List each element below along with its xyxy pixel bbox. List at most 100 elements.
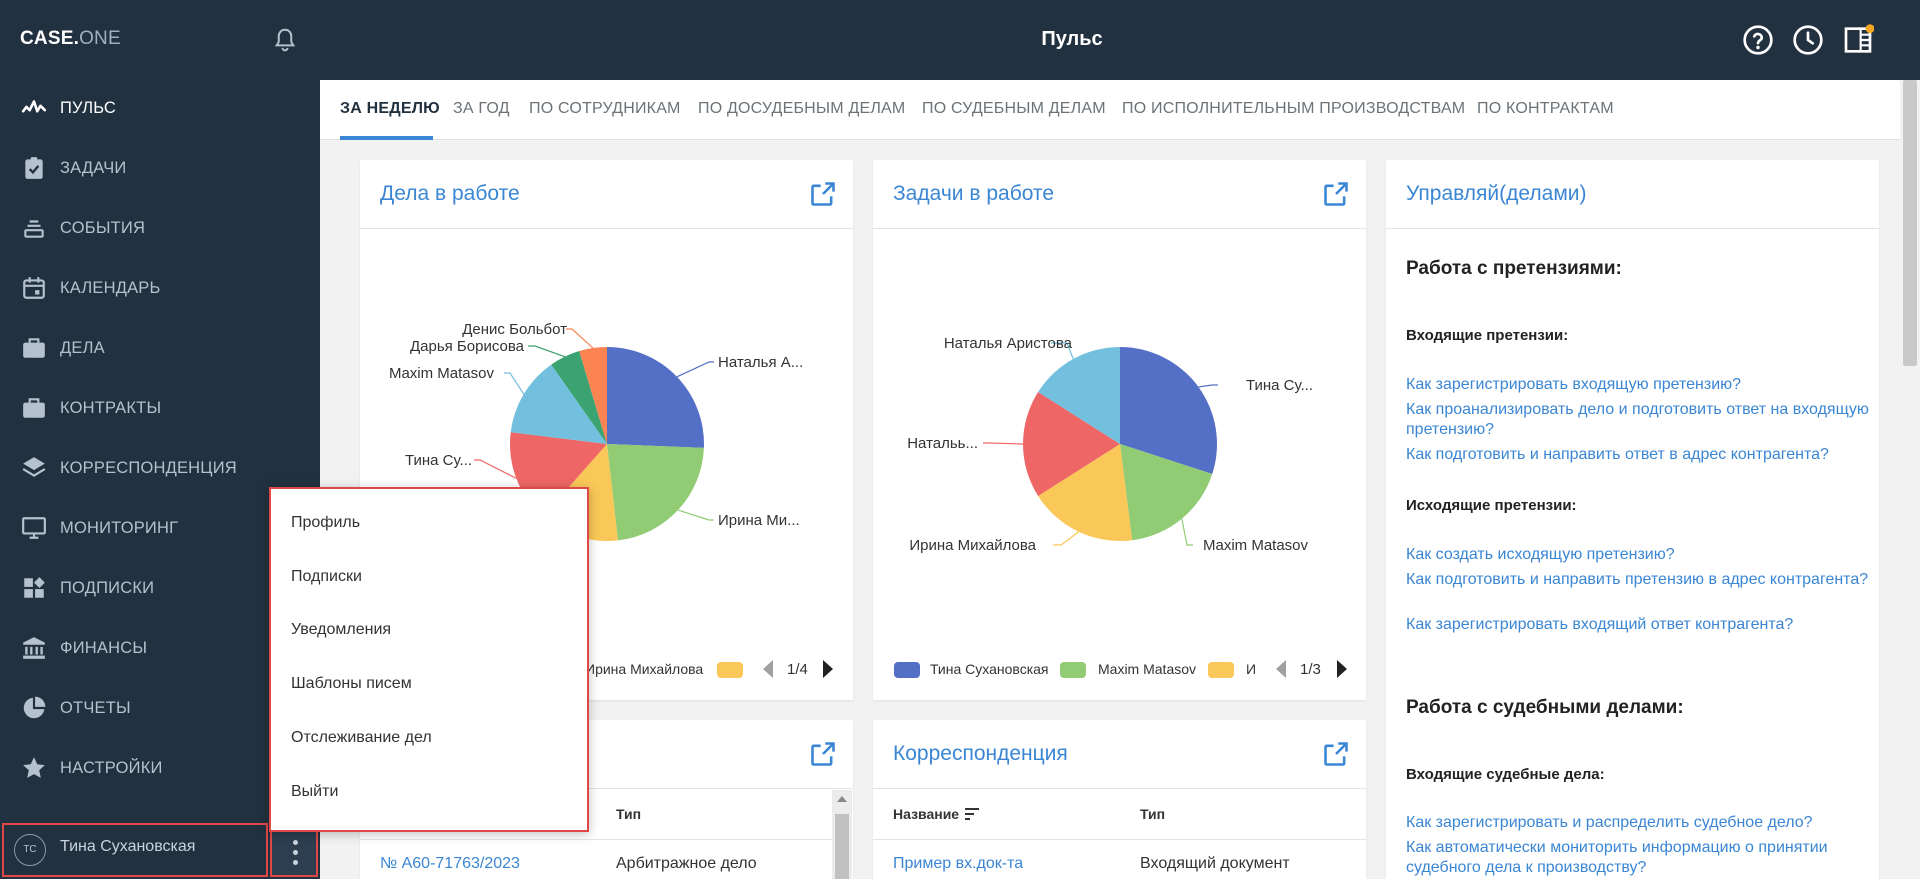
sidebar-item-events[interactable]: СОБЫТИЯ (0, 198, 320, 258)
menu-item-letter-templates[interactable]: Шаблоны писем (291, 675, 412, 693)
pie-slice[interactable] (607, 347, 704, 448)
column-header-type[interactable]: Тип (616, 806, 641, 822)
legend-prev-icon[interactable] (763, 660, 773, 678)
pie-label: Наталья А... (718, 354, 803, 371)
menu-item-logout[interactable]: Выйти (291, 783, 338, 801)
legend-swatch (1208, 662, 1234, 678)
help-link[interactable]: Как подготовить и направить претензию в … (1406, 570, 1876, 590)
sidebar-item-label: КОНТРАКТЫ (60, 398, 162, 417)
pie-label: Дарья Борисова (410, 338, 525, 355)
table-scrollbar-thumb[interactable] (835, 814, 849, 879)
clock-icon[interactable] (1792, 24, 1824, 56)
sort-icon[interactable] (964, 807, 980, 821)
pie-leader-line (1181, 518, 1193, 546)
pie-leader-line (474, 459, 517, 479)
sidebar-item-label: ПОДПИСКИ (60, 578, 155, 597)
page-title: Пульс (1041, 28, 1103, 50)
help-link[interactable]: Как зарегистрировать и распределить суде… (1406, 813, 1876, 833)
tab-pretrial[interactable]: ПО ДОСУДЕБНЫМ ДЕЛАМ (698, 100, 905, 118)
help-link[interactable]: Как подготовить и направить ответ в адре… (1406, 445, 1876, 465)
menu-item-profile[interactable]: Профиль (291, 514, 360, 532)
sidebar-item-pulse[interactable]: ПУЛЬС (0, 78, 320, 138)
sidebar-item-label: КОРРЕСПОНДЕНЦИЯ (60, 458, 237, 477)
menu-item-subscriptions[interactable]: Подписки (291, 568, 362, 586)
table-divider (873, 839, 1366, 840)
tab-contracts[interactable]: ПО КОНТРАКТАМ (1477, 100, 1614, 118)
pie-slice[interactable] (607, 444, 704, 541)
card-divider (1386, 228, 1879, 229)
card-title: Управляй(делами) (1406, 182, 1587, 205)
section-heading: Работа с претензиями: (1406, 258, 1622, 279)
pie-leader-line (676, 361, 714, 378)
column-header-name[interactable]: Название (893, 806, 959, 822)
help-link[interactable]: Как зарегистрировать входящую претензию? (1406, 375, 1876, 395)
tab-court[interactable]: ПО СУДЕБНЫМ ДЕЛАМ (922, 100, 1106, 118)
tab-week[interactable]: ЗА НЕДЕЛЮ (340, 100, 440, 118)
pulse-icon (21, 100, 47, 113)
pie-leader-line (1198, 384, 1218, 388)
bank-icon (23, 637, 45, 659)
user-name: Тина Сухановская (60, 838, 196, 855)
help-icon[interactable] (1742, 24, 1774, 56)
sidebar-item-label: НАСТРОЙКИ (60, 758, 163, 777)
pie-label: Maxim Matasov (389, 365, 495, 382)
tasks-pie-chart: Тина Су... Maxim Matasov Ирина Михайлова На… (907, 335, 1313, 554)
legend-next-icon[interactable] (1337, 660, 1347, 678)
pie-leader-line (983, 442, 1024, 445)
legend-prev-icon[interactable] (1276, 660, 1286, 678)
briefcase-icon (23, 398, 45, 418)
active-tab-indicator (340, 136, 433, 140)
sidebar-item-label: ДЕЛА (60, 338, 105, 357)
menu-item-case-tracking[interactable]: Отслеживание дел (291, 729, 432, 747)
sidebar-item-label: ЗАДАЧИ (60, 158, 127, 177)
pie-leader-line (566, 328, 594, 349)
open-external-icon[interactable] (1322, 740, 1350, 768)
help-link[interactable]: Как автоматически мониторить информацию … (1406, 838, 1876, 878)
scroll-up-icon[interactable] (836, 794, 848, 804)
clipboard-check-icon (25, 157, 43, 179)
document-link[interactable]: Пример вх.док-та (893, 855, 1023, 873)
sidebar-item-calendar[interactable]: КАЛЕНДАРЬ (0, 258, 320, 318)
kebab-dot (293, 850, 298, 855)
sidebar-item-tasks[interactable]: ЗАДАЧИ (0, 138, 320, 198)
menu-item-notifications[interactable]: Уведомления (291, 621, 391, 639)
pie-leader-line (504, 372, 525, 395)
subsection-heading: Исходящие претензии: (1406, 497, 1577, 514)
sidebar-item-label: МОНИТОРИНГ (60, 518, 179, 537)
legend-pager: 1/3 (1300, 661, 1321, 678)
sidebar-item-label: СОБЫТИЯ (60, 218, 146, 237)
case-number-link[interactable]: № А60-71763/2023 (380, 855, 520, 873)
widgets-icon (24, 577, 45, 598)
sidebar-item-label: КАЛЕНДАРЬ (60, 278, 161, 297)
document-type: Входящий документ (1140, 855, 1290, 872)
legend-label: Тина Сухановская (930, 661, 1049, 677)
briefcase-icon (23, 338, 45, 358)
events-stack-icon (24, 220, 44, 238)
legend-next-icon[interactable] (823, 660, 833, 678)
pie-leader-line (1053, 531, 1080, 546)
help-link[interactable]: Как зарегистрировать входящий ответ конт… (1406, 615, 1876, 635)
help-link[interactable]: Как создать исходящую претензию? (1406, 545, 1876, 565)
main-scrollbar-thumb[interactable] (1903, 80, 1917, 366)
help-link[interactable]: Как проанализировать дело и подготовить … (1406, 400, 1876, 440)
pie-label: Наталья Аристова (944, 335, 1073, 352)
pie-label: Тина Су... (1246, 377, 1313, 394)
open-external-icon[interactable] (809, 740, 837, 768)
panel-notifications-icon[interactable] (1842, 24, 1874, 56)
tab-employees[interactable]: ПО СОТРУДНИКАМ (529, 100, 681, 118)
monitor-icon (22, 517, 46, 539)
sidebar-item-label: ПУЛЬС (60, 98, 117, 117)
sidebar-item-cases[interactable]: ДЕЛА (0, 318, 320, 378)
pie-leader-line (528, 345, 565, 358)
sidebar-item-label: ОТЧЕТЫ (60, 698, 131, 717)
user-menu-kebab-button[interactable] (270, 829, 318, 877)
legend-label: Ирина Михайлова (585, 661, 704, 677)
kebab-dot (293, 860, 298, 865)
sidebar-item-contracts[interactable]: КОНТРАКТЫ (0, 378, 320, 438)
legend-label: Maxim Matasov (1098, 661, 1197, 677)
legend-swatch (1060, 662, 1086, 678)
legend-label: И (1246, 661, 1257, 677)
tab-year[interactable]: ЗА ГОД (453, 100, 510, 118)
tab-enforcement[interactable]: ПО ИСПОЛНИТЕЛЬНЫМ ПРОИЗВОДСТВАМ (1122, 100, 1465, 118)
column-header-type[interactable]: Тип (1140, 806, 1165, 822)
